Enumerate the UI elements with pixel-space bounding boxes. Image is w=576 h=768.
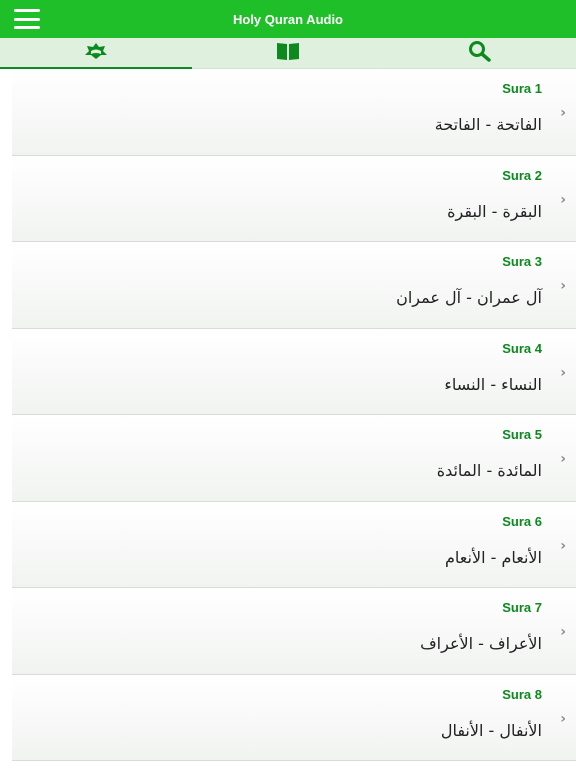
sura-row-5[interactable]: Sura 5 المائدة - المائدة ›: [12, 415, 576, 502]
tab-bar: [0, 38, 576, 69]
sura-number: Sura 7: [502, 600, 542, 615]
sura-row-6[interactable]: Sura 6 الأنعام - الأنعام ›: [12, 501, 576, 588]
sura-row-4[interactable]: Sura 4 النساء - النساء ›: [12, 328, 576, 415]
sura-number: Sura 2: [502, 167, 542, 183]
sura-number: Sura 5: [502, 427, 542, 442]
sura-row-3[interactable]: Sura 3 آل عمران - آل عمران ›: [12, 242, 576, 329]
chevron-right-icon: ›: [560, 364, 566, 381]
menu-line: [14, 26, 40, 29]
chevron-right-icon: ›: [560, 537, 566, 554]
tab-book[interactable]: [192, 38, 384, 68]
app-header: Holy Quran Audio: [0, 0, 576, 38]
sura-number: Sura 8: [502, 686, 542, 702]
chevron-right-icon: ›: [560, 191, 566, 208]
chevron-right-icon: ›: [560, 710, 566, 727]
open-book-icon: [275, 41, 301, 65]
hamburger-menu-icon[interactable]: [14, 9, 40, 29]
tab-search[interactable]: [384, 38, 576, 68]
sura-number: Sura 6: [502, 513, 542, 529]
menu-line: [14, 17, 40, 21]
menu-line: [14, 9, 40, 12]
app-title: Holy Quran Audio: [232, 11, 344, 27]
sura-row-1[interactable]: Sura 1 الفاتحة - الفاتحة ›: [12, 69, 576, 156]
sura-list: Sura 1 الفاتحة - الفاتحة › Sura 2 البقرة…: [0, 69, 576, 768]
chevron-right-icon: ›: [560, 105, 566, 121]
sura-number: Sura 1: [502, 81, 542, 96]
sura-name: النساء - النساء: [444, 374, 542, 394]
tab-quran[interactable]: [0, 38, 192, 69]
sura-name: الأعراف - الأعراف: [420, 634, 542, 653]
chevron-right-icon: ›: [560, 624, 566, 640]
sura-name: الأنفال - الأنفال: [440, 720, 542, 740]
sura-row-7[interactable]: Sura 7 الأعراف - الأعراف ›: [12, 588, 576, 675]
sura-name: آل عمران - آل عمران: [396, 288, 542, 307]
chevron-right-icon: ›: [560, 451, 566, 467]
sura-row-8[interactable]: Sura 8 الأنفال - الأنفال ›: [12, 674, 576, 761]
quran-stand-icon: [84, 42, 108, 64]
sura-name: المائدة - المائدة: [436, 461, 542, 480]
sura-name: الأنعام - الأنعام: [445, 547, 542, 567]
sura-row-2[interactable]: Sura 2 البقرة - البقرة ›: [12, 155, 576, 242]
sura-number: Sura 3: [502, 254, 542, 269]
sura-name: الفاتحة - الفاتحة: [434, 115, 542, 134]
sura-number: Sura 4: [502, 340, 542, 356]
search-icon: [468, 40, 492, 66]
chevron-right-icon: ›: [560, 278, 566, 294]
sura-name: البقرة - البقرة: [447, 201, 542, 221]
